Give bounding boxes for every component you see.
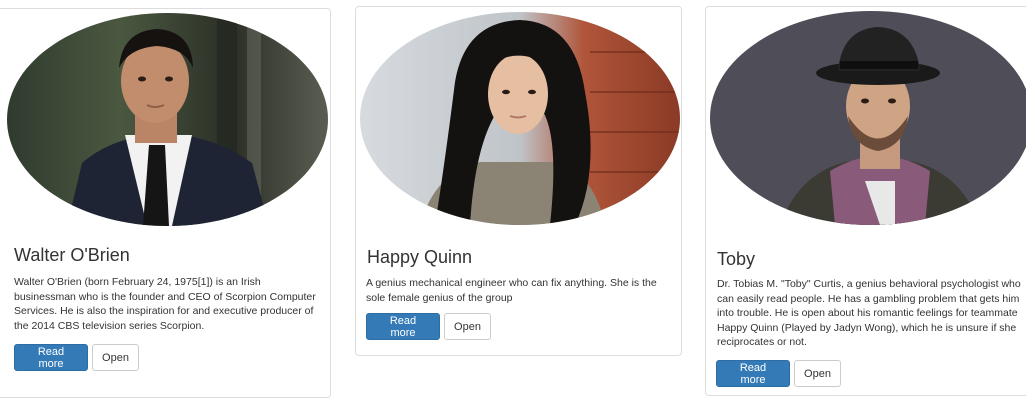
profile-photo-happy [360,12,680,225]
open-button[interactable]: Open [444,313,491,340]
read-more-button[interactable]: Read more [366,313,440,340]
open-button[interactable]: Open [92,344,139,371]
card-description: Walter O'Brien (born February 24, 1975[1… [14,276,316,332]
open-button[interactable]: Open [794,360,841,387]
read-more-button[interactable]: Read more [14,344,88,371]
card-actions: Read more Open [716,360,841,387]
portrait-image [360,12,680,225]
card-title: Walter O'Brien [14,245,130,265]
card-actions: Read more Open [366,313,491,340]
profile-card-walter: Walter O'Brien Walter O'Brien (born Febr… [0,8,331,398]
card-title: Toby [717,249,756,269]
profile-photo-toby [710,11,1026,225]
card-description: Dr. Tobias M. "Toby" Curtis, a genius be… [717,278,1021,348]
card-title: Happy Quinn [367,247,473,267]
portrait-image [7,13,328,226]
card-description: A genius mechanical engineer who can fix… [366,277,657,304]
portrait-image [710,11,1026,225]
profile-photo-walter [7,13,328,226]
card-actions: Read more Open [14,344,139,371]
profile-card-toby: Toby Dr. Tobias M. "Toby" Curtis, a geni… [705,6,1026,396]
profile-card-happy: Happy Quinn A genius mechanical engineer… [355,6,682,356]
read-more-button[interactable]: Read more [716,360,790,387]
